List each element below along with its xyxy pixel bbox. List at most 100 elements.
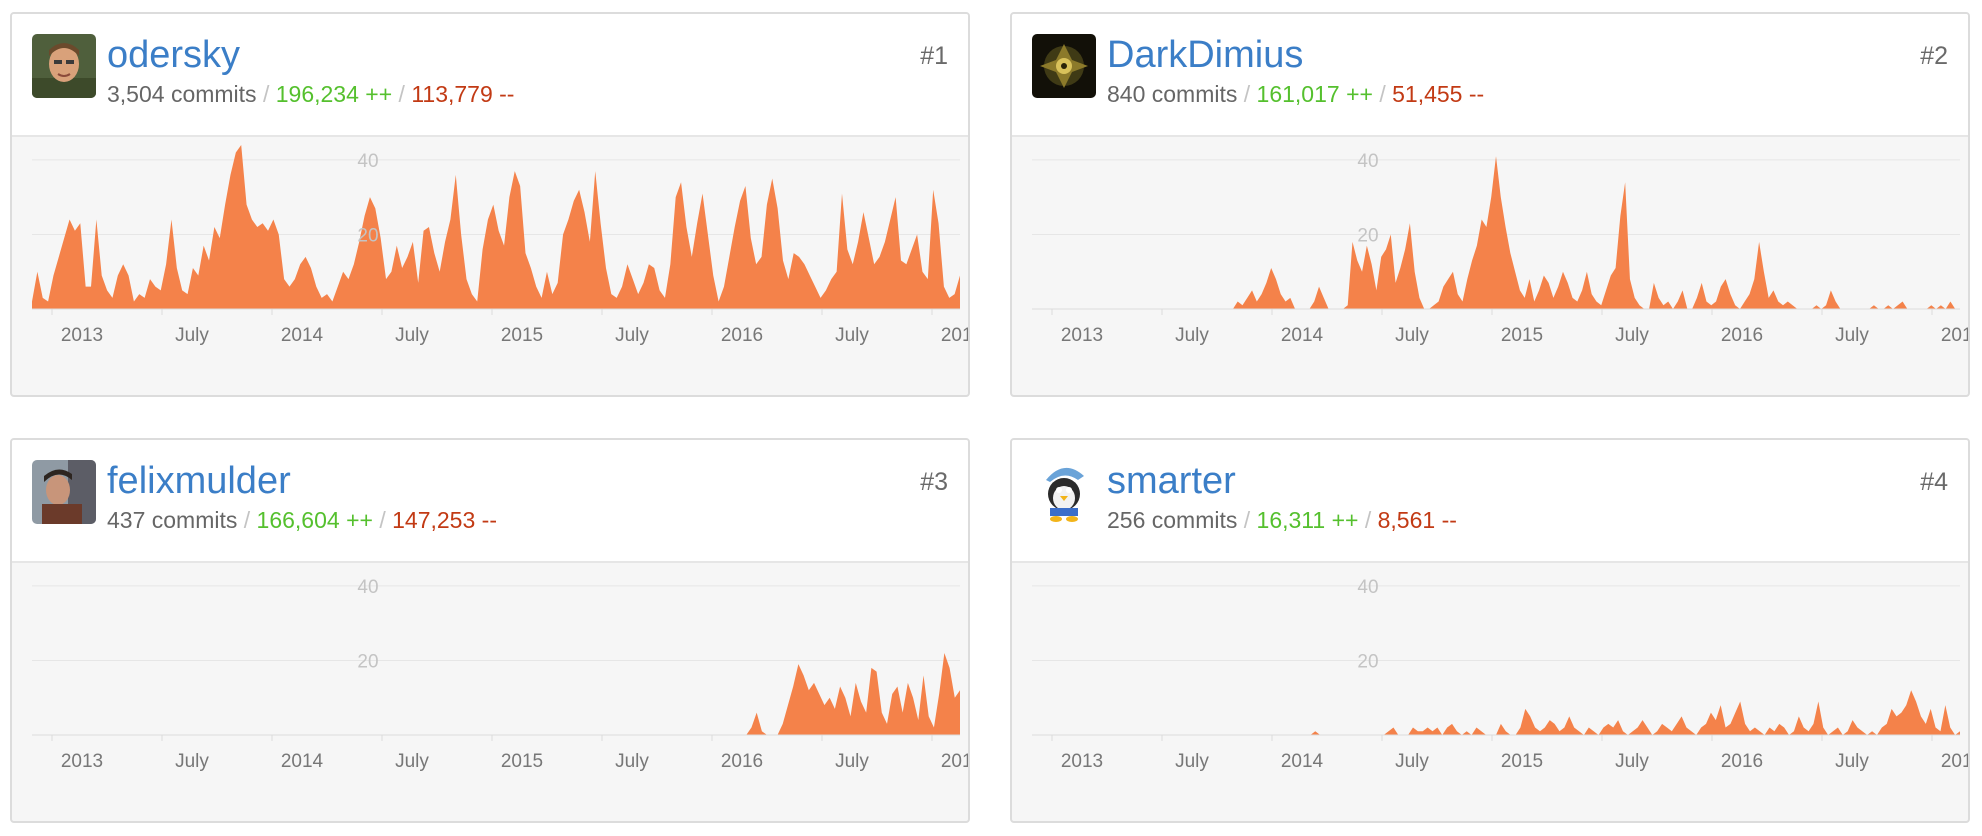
commit-count: 256 commits: [1107, 507, 1238, 533]
x-tick-label: July: [615, 751, 649, 772]
x-tick-label: 2016: [1721, 751, 1763, 772]
x-tick-label: July: [1615, 751, 1649, 772]
x-tick-label: July: [395, 325, 429, 346]
commit-stats: 437 commits / 166,604 ++ / 147,253 --: [107, 505, 497, 535]
y-tick-label: 40: [357, 151, 378, 172]
stats-separator: /: [1364, 507, 1372, 533]
x-tick-label: July: [1835, 751, 1869, 772]
x-tick-label: July: [1615, 325, 1649, 346]
commit-area-series: [1032, 156, 1960, 309]
x-tick-label: 2015: [1501, 751, 1543, 772]
commit-stats: 840 commits / 161,017 ++ / 51,455 --: [1107, 79, 1484, 109]
deletions-count: 113,779 --: [411, 81, 515, 107]
additions-count: 161,017 ++: [1256, 81, 1373, 107]
commit-activity-chart: 20 40 2013 July 2014 July 2015 July 2016 July 2017: [1012, 561, 1968, 821]
commit-area-series: [32, 145, 960, 309]
card-header: smarter 256 commits / 16,311 ++ / 8,561 …: [1012, 440, 1968, 563]
username-link[interactable]: DarkDimius: [1107, 32, 1303, 78]
x-tick-label: 2017: [941, 751, 968, 772]
rank-label: #1: [920, 42, 948, 70]
y-tick-label: 40: [1357, 151, 1378, 172]
y-tick-label: 40: [357, 577, 378, 598]
additions-count: 196,234 ++: [275, 81, 393, 107]
contributor-card: DarkDimius 840 commits / 161,017 ++ / 51…: [1010, 12, 1970, 397]
x-tick-label: 2017: [1941, 751, 1968, 772]
card-header: felixmulder 437 commits / 166,604 ++ / 1…: [12, 440, 968, 563]
username-link[interactable]: felixmulder: [107, 458, 291, 504]
x-tick-label: 2017: [941, 325, 968, 346]
stats-separator: /: [1243, 507, 1251, 533]
chart-svg: 20 40 2013 July 2014 July 2015 July 2016 July 2017: [1032, 151, 1968, 346]
x-tick-label: 2015: [501, 751, 543, 772]
x-tick-label: 2016: [721, 325, 763, 346]
stats-separator: /: [1243, 81, 1251, 107]
x-tick-label: 2016: [721, 751, 763, 772]
x-tick-label: July: [1175, 751, 1209, 772]
y-tick-label: 40: [1357, 577, 1378, 598]
x-tick-label: July: [175, 325, 209, 346]
contributor-card: odersky 3,504 commits / 196,234 ++ / 113…: [10, 12, 970, 397]
x-tick-label: 2014: [1281, 751, 1324, 772]
username-link[interactable]: smarter: [1107, 458, 1236, 504]
y-tick-label: 20: [357, 225, 378, 246]
stats-separator: /: [1379, 81, 1386, 107]
commit-area-series: [1032, 690, 1960, 735]
avatar[interactable]: [32, 34, 96, 98]
commit-activity-chart: 20 40 2013 July 2014 July 2015 July 2016 July 2017: [1012, 135, 1968, 395]
y-tick-label: 20: [1357, 225, 1378, 246]
x-tick-label: 2013: [61, 751, 103, 772]
x-tick-label: 2014: [1281, 325, 1324, 346]
stats-separator: /: [243, 507, 251, 533]
stats-separator: /: [398, 81, 405, 107]
x-tick-label: July: [1395, 751, 1429, 772]
x-tick-label: July: [1175, 325, 1209, 346]
commit-count: 3,504 commits: [107, 81, 257, 107]
username-link[interactable]: odersky: [107, 32, 240, 78]
x-tick-label: 2013: [1061, 751, 1103, 772]
avatar-photo-icon: [32, 34, 96, 98]
stats-separator: /: [262, 81, 270, 107]
commit-area-series: [32, 653, 960, 735]
x-tick-label: July: [175, 751, 209, 772]
x-tick-label: 2015: [501, 325, 543, 346]
card-header: odersky 3,504 commits / 196,234 ++ / 113…: [12, 14, 968, 137]
deletions-count: 147,253 --: [392, 507, 497, 533]
x-tick-label: 2016: [1721, 325, 1763, 346]
deletions-count: 8,561 --: [1377, 507, 1457, 533]
rank-label: #3: [920, 468, 948, 496]
y-tick-label: 20: [357, 651, 378, 672]
deletions-count: 51,455 --: [1392, 81, 1485, 107]
avatar-fractal-icon: [1032, 34, 1096, 98]
commit-count: 840 commits: [1107, 81, 1238, 107]
chart-svg: 20 40 2013 July 2014 July 2015 July 2016 July 2017: [32, 145, 968, 346]
x-tick-label: July: [615, 325, 649, 346]
x-tick-label: 2015: [1501, 325, 1543, 346]
x-tick-label: July: [1395, 325, 1429, 346]
avatar[interactable]: [32, 460, 96, 524]
x-tick-label: 2014: [281, 325, 324, 346]
additions-count: 16,311 ++: [1256, 507, 1359, 533]
x-tick-label: 2017: [1941, 325, 1968, 346]
rank-label: #2: [1920, 42, 1948, 70]
commit-activity-chart: 20 40 2013 July 2014 July 2015 July 2016 July 2017: [12, 135, 968, 395]
commit-stats: 3,504 commits / 196,234 ++ / 113,779 --: [107, 79, 514, 109]
x-tick-label: July: [835, 325, 869, 346]
x-tick-label: July: [835, 751, 869, 772]
avatar[interactable]: [1032, 460, 1096, 524]
x-tick-label: 2013: [61, 325, 103, 346]
y-tick-label: 20: [1357, 651, 1378, 672]
contributor-card: felixmulder 437 commits / 166,604 ++ / 1…: [10, 438, 970, 823]
commit-stats: 256 commits / 16,311 ++ / 8,561 --: [1107, 505, 1457, 535]
avatar-photo-icon: [32, 460, 96, 524]
contributor-card: smarter 256 commits / 16,311 ++ / 8,561 …: [1010, 438, 1970, 823]
rank-label: #4: [1920, 468, 1948, 496]
avatar-penguin-icon: [1032, 460, 1096, 524]
chart-svg: 20 40 2013 July 2014 July 2015 July 2016 July 2017: [32, 577, 968, 772]
additions-count: 166,604 ++: [256, 507, 373, 533]
commit-count: 437 commits: [107, 507, 238, 533]
stats-separator: /: [379, 507, 386, 533]
commit-activity-chart: 20 40 2013 July 2014 July 2015 July 2016 July 2017: [12, 561, 968, 821]
avatar[interactable]: [1032, 34, 1096, 98]
chart-svg: 20 40 2013 July 2014 July 2015 July 2016 July 2017: [1032, 577, 1968, 772]
x-tick-label: July: [395, 751, 429, 772]
